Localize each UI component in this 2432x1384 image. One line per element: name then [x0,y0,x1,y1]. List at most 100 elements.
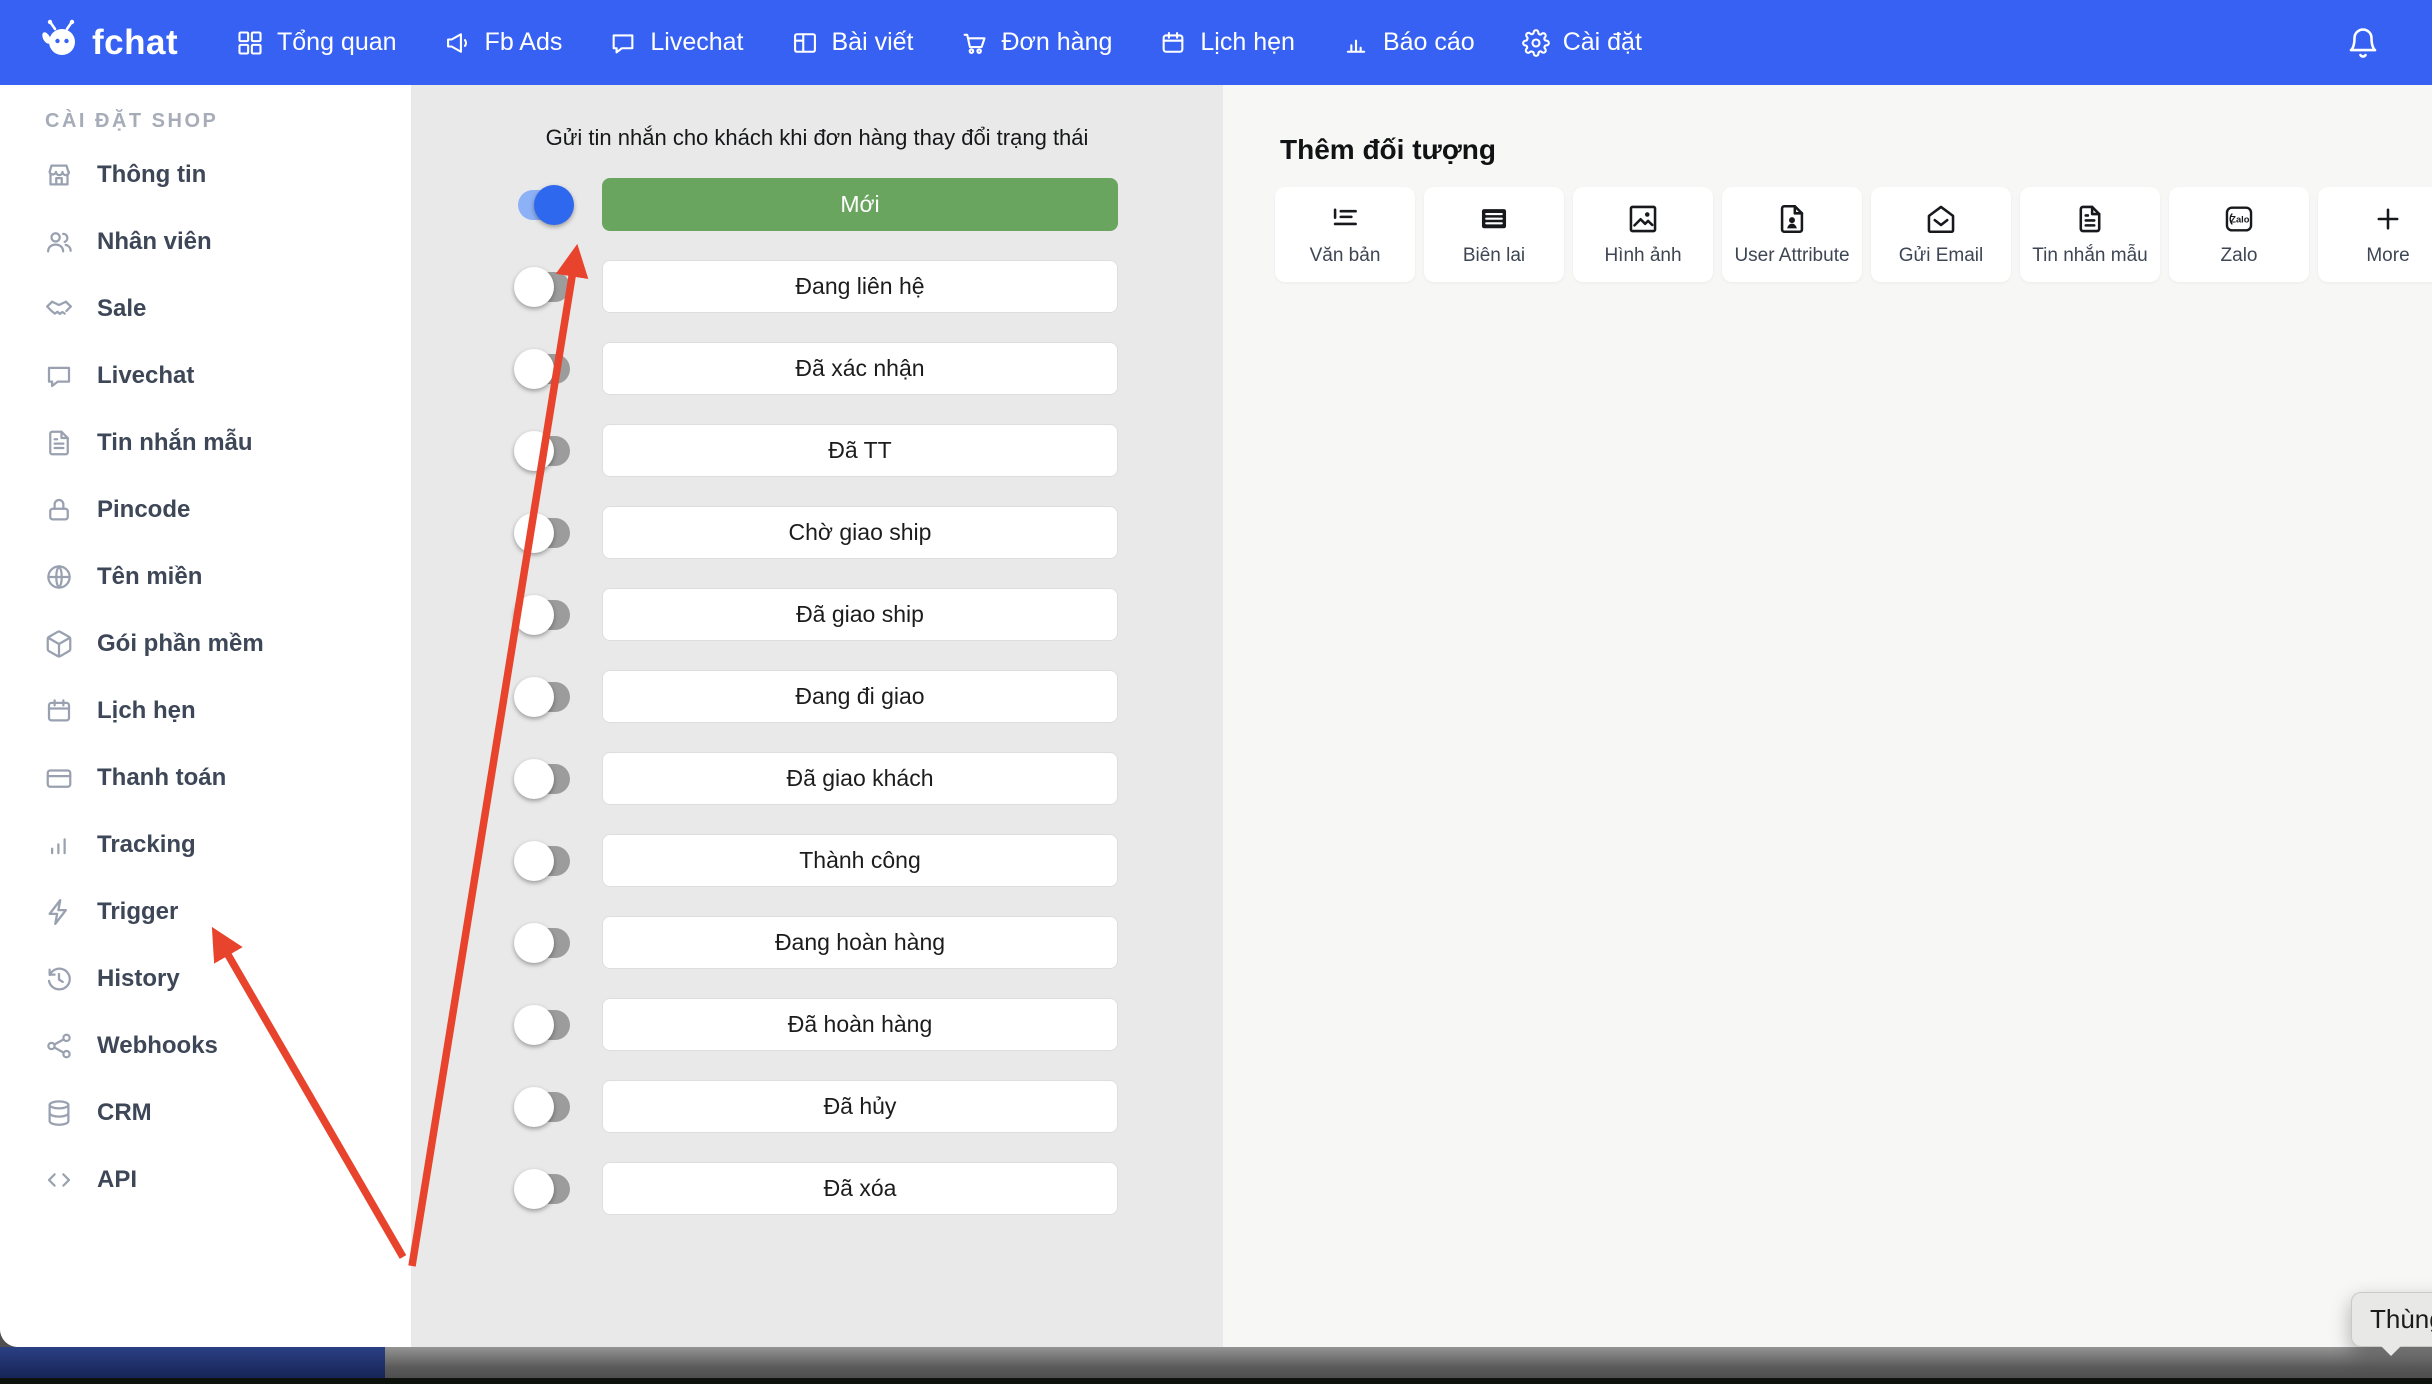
nav-item-tổng-quan[interactable]: Tổng quan [236,28,397,57]
status-button[interactable]: Đã giao ship [602,588,1118,641]
globe-icon [44,562,74,592]
status-button[interactable]: Đang liên hệ [602,260,1118,313]
object-card-more[interactable]: More [2318,187,2432,282]
sidebar-item-label: Tin nhắn mẫu [97,429,253,457]
toggle-knob [514,841,554,881]
status-button[interactable]: Đã giao khách [602,752,1118,805]
status-button[interactable]: Đã hoàn hàng [602,998,1118,1051]
toggle-knob [514,1169,554,1209]
status-toggle[interactable] [518,354,570,384]
status-toggle[interactable] [518,518,570,548]
fchat-logo[interactable]: fchat [40,19,220,66]
toggle-knob [534,185,574,225]
user-file-icon [1775,202,1809,236]
nav-item-lịch-hẹn[interactable]: Lịch hẹn [1159,28,1295,57]
sidebar-item-label: API [97,1166,137,1194]
notifications-button[interactable] [2346,26,2380,60]
object-card-biên-lai[interactable]: Biên lai [1424,187,1564,282]
object-card-gửi-email[interactable]: Gửi Email [1871,187,2011,282]
status-button[interactable]: Đã xác nhận [602,342,1118,395]
object-card-hình-ảnh[interactable]: Hình ảnh [1573,187,1713,282]
status-toggle[interactable] [518,846,570,876]
sidebar-item-gói-phần-mềm[interactable]: Gói phần mềm [0,610,411,677]
sidebar-item-history[interactable]: History [0,945,411,1012]
nav-item-bài-viết[interactable]: Bài viết [791,28,914,57]
svg-text:Zalo: Zalo [2230,215,2249,225]
sidebar-item-thông-tin[interactable]: Thông tin [0,141,411,208]
object-card-user-attribute[interactable]: User Attribute [1722,187,1862,282]
nav-item-fb-ads[interactable]: Fb Ads [444,28,563,57]
sidebar-item-lịch-hẹn[interactable]: Lịch hẹn [0,677,411,744]
nav-item-label: Bài viết [832,28,914,57]
sidebar-item-label: Thanh toán [97,764,226,792]
nav-item-livechat[interactable]: Livechat [609,28,743,57]
lock-icon [44,495,74,525]
status-toggle[interactable] [518,682,570,712]
object-cards: Văn bản Biên lai Hình ảnh User AttributeGửi… [1275,187,2432,282]
status-row: Đã hủy [411,1080,1223,1133]
sidebar-item-nhân-viên[interactable]: Nhân viên [0,208,411,275]
sidebar-item-pincode[interactable]: Pincode [0,476,411,543]
sidebar-item-crm[interactable]: CRM [0,1079,411,1146]
status-toggle[interactable] [518,190,570,220]
mail-open-icon [1924,202,1958,236]
object-card-label: Văn bản [1310,245,1381,267]
status-toggle[interactable] [518,1010,570,1040]
sidebar-item-label: Livechat [97,362,194,390]
status-toggle[interactable] [518,764,570,794]
sidebar-item-tên-miền[interactable]: Tên miền [0,543,411,610]
status-row: Đã xác nhận [411,342,1223,395]
status-toggle[interactable] [518,1092,570,1122]
status-button[interactable]: Thành công [602,834,1118,887]
sidebar-item-livechat[interactable]: Livechat [0,342,411,409]
settings-sidebar: CÀI ĐẶT SHOP Thông tinNhân viênSaleLivec… [0,85,411,1347]
megaphone-icon [444,29,472,57]
object-card-label: Hình ảnh [1604,245,1681,267]
status-button[interactable]: Đã TT [602,424,1118,477]
toggle-knob [514,677,554,717]
status-toggle[interactable] [518,272,570,302]
status-button[interactable]: Chờ giao ship [602,506,1118,559]
toggle-knob [514,595,554,635]
status-toggle[interactable] [518,600,570,630]
sidebar-item-tracking[interactable]: Tracking [0,811,411,878]
sidebar-item-trigger[interactable]: Trigger [0,878,411,945]
object-card-zalo[interactable]: ZaloZalo [2169,187,2309,282]
nav-item-đơn-hàng[interactable]: Đơn hàng [960,28,1112,57]
nav-item-label: Cài đặt [1563,28,1642,57]
fchat-bee-icon [40,19,82,66]
object-card-label: More [2366,245,2409,267]
object-card-tin-nhắn-mẫu[interactable]: Tin nhắn mẫu [2020,187,2160,282]
status-row: Đang hoàn hàng [411,916,1223,969]
status-rows: Mới Đang liên hệ Đã xác nhận Đã TT Chờ giao … [411,178,1223,1215]
sidebar-item-label: Thông tin [97,161,206,189]
sidebar-item-label: Tracking [97,831,196,859]
nav-item-cài-đặt[interactable]: Cài đặt [1522,28,1642,57]
object-card-văn-bản[interactable]: Văn bản [1275,187,1415,282]
status-button[interactable]: Đã hủy [602,1080,1118,1133]
nav-item-báo-cáo[interactable]: Báo cáo [1342,28,1475,57]
status-row: Đã giao ship [411,588,1223,641]
receipt-icon [1477,202,1511,236]
status-toggle[interactable] [518,1174,570,1204]
status-toggle[interactable] [518,928,570,958]
status-button[interactable]: Đang hoàn hàng [602,916,1118,969]
text-indent-icon [1328,202,1362,236]
sidebar-item-webhooks[interactable]: Webhooks [0,1012,411,1079]
status-button[interactable]: Đã xóa [602,1162,1118,1215]
status-button[interactable]: Mới [602,178,1118,231]
cart-icon [960,29,988,57]
nav-item-label: Lịch hẹn [1200,28,1295,57]
sidebar-item-tin-nhắn-mẫu[interactable]: Tin nhắn mẫu [0,409,411,476]
sidebar-item-thanh-toán[interactable]: Thanh toán [0,744,411,811]
status-toggle[interactable] [518,436,570,466]
sidebar-item-api[interactable]: API [0,1146,411,1213]
tracking-bars-icon [44,830,74,860]
status-button[interactable]: Đang đi giao [602,670,1118,723]
status-row: Đã hoàn hàng [411,998,1223,1051]
object-card-label: Biên lai [1463,245,1525,267]
nav-items: Tổng quan Fb Ads Livechat Bài viết Đơn hàng L… [236,28,1642,57]
users-icon [44,227,74,257]
sidebar-item-sale[interactable]: Sale [0,275,411,342]
chart-icon [1342,29,1370,57]
